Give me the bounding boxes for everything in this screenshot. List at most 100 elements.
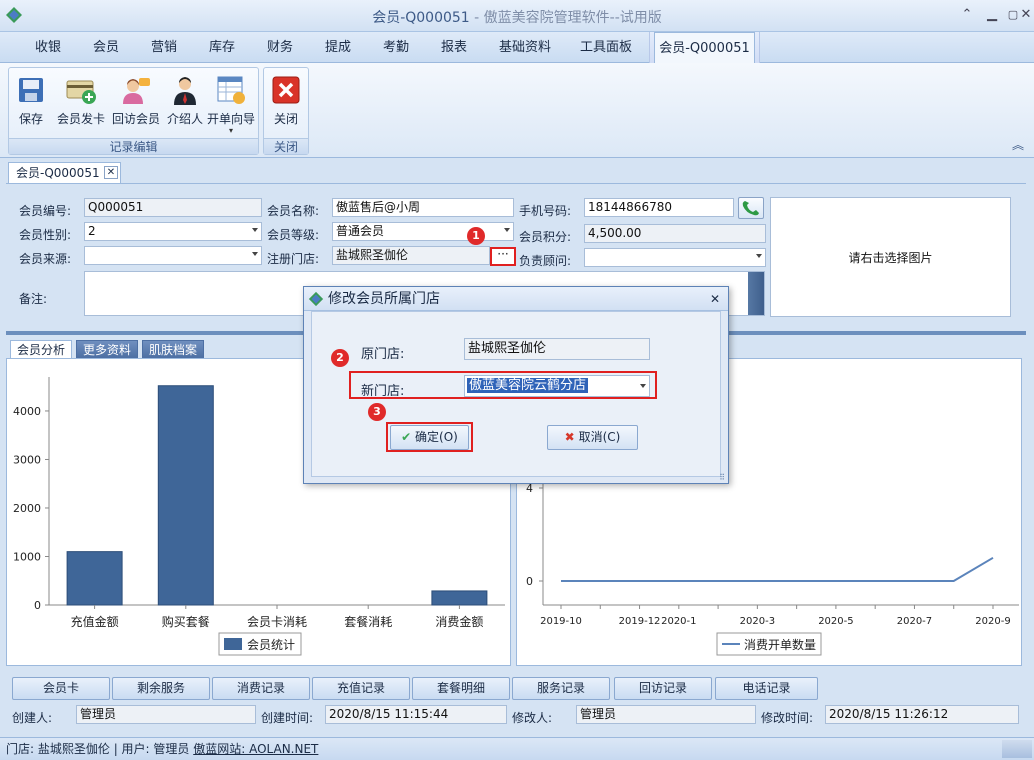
- ok-button[interactable]: ✔ 确定(O): [390, 425, 469, 450]
- bar: [431, 590, 488, 606]
- cancel-label: 取消(C): [578, 430, 621, 444]
- resize-grip[interactable]: [1002, 740, 1032, 758]
- photo-box[interactable]: 请右击选择图片: [770, 197, 1011, 317]
- menu-tab-attendance[interactable]: 考勤: [370, 32, 422, 63]
- minimize-ribbon-icon[interactable]: ⌃: [956, 6, 978, 24]
- tab-skin-records[interactable]: 肌肤档案: [142, 340, 205, 359]
- creator-field[interactable]: 管理员: [76, 705, 256, 724]
- menu-tab-member[interactable]: 会员: [80, 32, 132, 63]
- dialog-title: 修改会员所属门店: [328, 291, 440, 307]
- chart-legend: 会员统计: [218, 632, 302, 656]
- created-field[interactable]: 2020/8/15 11:15:44: [325, 705, 507, 724]
- ribbon-group-label: 记录编辑: [9, 138, 258, 154]
- menu-bar: 收银 会员 营销 库存 财务 提成 考勤 报表 基础资料 工具面板 会员-Q00…: [0, 32, 1034, 64]
- title-bar: 会员-Q000051 - 傲蓝美容院管理软件--试用版 ⌃ ▁ ▢ ✕: [0, 0, 1034, 32]
- tab-member-analysis[interactable]: 会员分析: [10, 340, 73, 360]
- legend-swatch: [224, 638, 242, 650]
- order-wizard-label: 开单向导: [206, 112, 255, 126]
- step-badge-2: 2: [331, 349, 349, 367]
- chevron-down-icon: [252, 252, 258, 256]
- service-records-button[interactable]: 服务记录: [512, 677, 610, 700]
- consumption-records-button[interactable]: 消费记录: [212, 677, 310, 700]
- menu-tab-finance[interactable]: 财务: [254, 32, 306, 63]
- modifier-label: 修改人:: [512, 711, 553, 725]
- chart-legend: 消费开单数量: [716, 632, 822, 656]
- menu-tab-member-record[interactable]: 会员-Q000051: [654, 32, 755, 64]
- store-label: 注册门店:: [267, 252, 320, 266]
- package-detail-button[interactable]: 套餐明细: [412, 677, 510, 700]
- source-select[interactable]: [84, 246, 262, 265]
- member-no-field[interactable]: Q000051: [84, 198, 262, 217]
- member-name-field[interactable]: 傲蓝售后@小周: [332, 198, 514, 217]
- created-label: 创建时间:: [261, 711, 314, 725]
- legend-label: 消费开单数量: [744, 637, 816, 652]
- x-tick-label: 2020-7: [897, 616, 932, 627]
- status-user: | 用户: 管理员: [113, 742, 190, 756]
- collapse-ribbon-icon[interactable]: ︽: [1012, 136, 1024, 153]
- advisor-label: 负责顾问:: [519, 254, 572, 268]
- bar: [66, 551, 123, 606]
- remaining-service-button[interactable]: 剩余服务: [112, 677, 210, 700]
- referrer-label: 介绍人: [166, 112, 203, 126]
- website-link[interactable]: 傲蓝网站: AOLAN.NET: [193, 742, 318, 756]
- dialog-close-icon[interactable]: ✕: [710, 287, 720, 311]
- x-tick-label: 2020-5: [818, 616, 853, 627]
- document-tab-label: 会员-Q000051: [16, 166, 100, 180]
- menu-tab-reports[interactable]: 报表: [428, 32, 480, 63]
- dialog-title-bar: 修改会员所属门店 ✕: [304, 287, 728, 311]
- phone-field[interactable]: 18144866780: [584, 198, 734, 217]
- save-icon: [15, 74, 47, 106]
- call-records-button[interactable]: 电话记录: [715, 677, 818, 700]
- call-phone-button[interactable]: [738, 197, 764, 219]
- visit-member-button[interactable]: 回访会员: [111, 72, 161, 127]
- referrer-button[interactable]: 介绍人: [165, 72, 205, 127]
- modified-field[interactable]: 2020/8/15 11:26:12: [825, 705, 1019, 724]
- store-field[interactable]: 盐城熙圣伽伦: [332, 246, 490, 265]
- save-button[interactable]: 保存: [13, 72, 49, 127]
- visit-records-button[interactable]: 回访记录: [614, 677, 712, 700]
- issue-card-button[interactable]: 会员发卡: [53, 72, 109, 127]
- tab-more-info[interactable]: 更多资料: [76, 340, 139, 359]
- close-tab-icon[interactable]: ✕: [104, 166, 118, 179]
- y-tick-label: 0: [34, 599, 41, 612]
- minimize-button[interactable]: ▁: [981, 6, 1003, 24]
- visit-member-label: 回访会员: [111, 112, 160, 126]
- change-store-button[interactable]: ···: [490, 247, 516, 266]
- modifier-field[interactable]: 管理员: [576, 705, 756, 724]
- x-tick-label: 2020-1: [661, 616, 696, 627]
- remark-scrollbar[interactable]: [748, 272, 764, 315]
- level-select[interactable]: 普通会员: [332, 222, 514, 241]
- member-card-button[interactable]: 会员卡: [12, 677, 110, 700]
- menu-tab-tools[interactable]: 工具面板: [570, 32, 642, 63]
- menu-tab-basic-data[interactable]: 基础资料: [490, 32, 560, 63]
- status-bar: 门店: 盐城熙圣伽伦 | 用户: 管理员 傲蓝网站: AOLAN.NET: [0, 737, 1034, 760]
- y-tick-label: 3000: [13, 453, 41, 466]
- close-red-icon: [270, 74, 302, 106]
- chevron-down-icon: [252, 228, 258, 232]
- advisor-select[interactable]: [584, 248, 766, 267]
- gender-select[interactable]: 2: [84, 222, 262, 241]
- close-record-button[interactable]: 关闭: [267, 72, 305, 127]
- phone-icon: [742, 201, 759, 216]
- menu-tab-inventory[interactable]: 库存: [196, 32, 248, 63]
- chevron-down-icon: [756, 254, 762, 258]
- recharge-records-button[interactable]: 充值记录: [312, 677, 410, 700]
- menu-tab-marketing[interactable]: 营销: [138, 32, 190, 63]
- order-wizard-button[interactable]: 开单向导 ▾: [205, 72, 257, 135]
- y-tick-label: 2000: [13, 502, 41, 515]
- member-no-label: 会员编号:: [19, 204, 72, 218]
- old-store-field[interactable]: 盐城熙圣伽伦: [464, 338, 650, 360]
- check-icon: ✔: [401, 430, 412, 444]
- points-field[interactable]: 4,500.00: [584, 224, 766, 243]
- cancel-button[interactable]: ✖ 取消(C): [547, 425, 638, 450]
- document-tab[interactable]: 会员-Q000051 ✕: [8, 162, 121, 183]
- dialog-resize-grip[interactable]: ⠿: [719, 473, 725, 482]
- new-store-select[interactable]: 傲蓝美容院云鹤分店: [464, 375, 650, 397]
- menu-tab-cashier[interactable]: 收银: [22, 32, 74, 63]
- close-window-button[interactable]: ✕: [1015, 6, 1034, 24]
- menu-tab-commission[interactable]: 提成: [312, 32, 364, 63]
- dialog-logo-icon: [308, 291, 324, 307]
- level-value: 普通会员: [336, 224, 385, 238]
- points-label: 会员积分:: [519, 230, 572, 244]
- ribbon-group-label: 关闭: [264, 138, 308, 154]
